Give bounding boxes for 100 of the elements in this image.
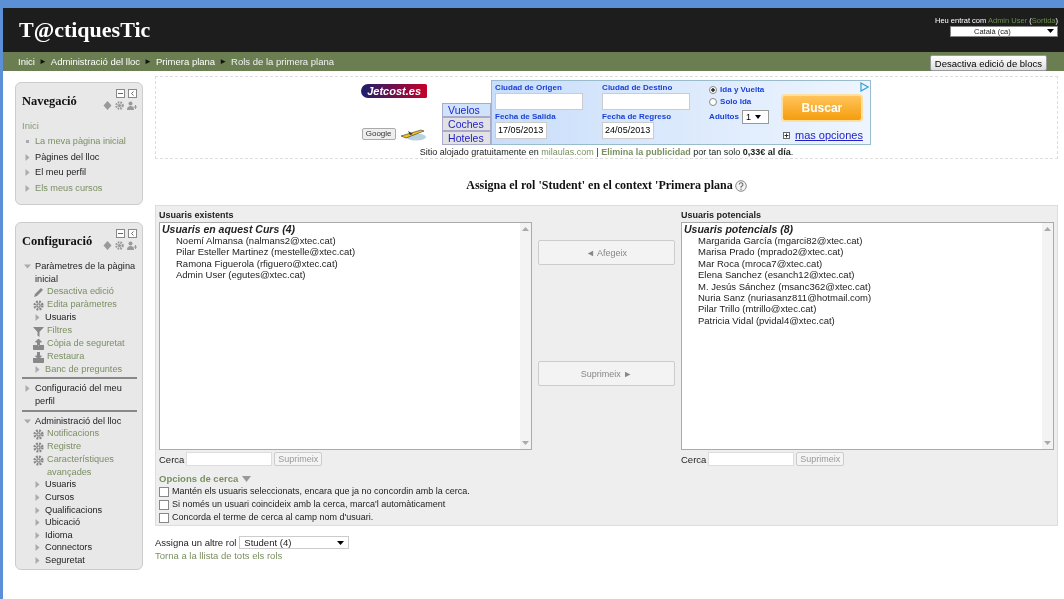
- settings-section[interactable]: Administració del lloc: [35, 414, 122, 428]
- checkbox[interactable]: [159, 512, 169, 523]
- block-title: Navegació: [22, 94, 77, 109]
- assign-roles-icon[interactable]: [127, 101, 137, 110]
- user-option[interactable]: Patricia Vidal (pvidal4@xtec.cat): [684, 314, 1040, 327]
- user-option[interactable]: Ramona Figuerola (rfiguero@xtec.cat): [162, 257, 518, 270]
- dropdown-arrow-icon: [754, 115, 761, 119]
- user-option[interactable]: Admin User (egutes@xtec.cat): [162, 269, 518, 281]
- collapsed-arrow-icon[interactable]: [33, 364, 42, 374]
- scroll-down-arrow-icon[interactable]: [522, 441, 529, 445]
- user-option[interactable]: Marisa Prado (mprado2@xtec.cat): [684, 246, 1040, 258]
- google-plus-button[interactable]: Google: [361, 128, 396, 140]
- settings-item[interactable]: Qualificacions: [45, 503, 103, 517]
- settings-section[interactable]: Configuració del meu perfil: [35, 382, 137, 408]
- list-title: Usuaris potencials: [681, 210, 763, 220]
- user-option[interactable]: Nuria Sanz (nuriasanz811@hotmail.com): [684, 292, 1040, 304]
- move-icon[interactable]: [103, 101, 112, 110]
- user-option[interactable]: M. Jesús Sánchez (msanc362@xtec.cat): [684, 280, 1040, 293]
- gear-icon: [33, 429, 44, 441]
- scroll-up-arrow-icon[interactable]: [522, 227, 529, 231]
- radio-button[interactable]: [709, 86, 718, 94]
- gear-icon: [33, 455, 44, 467]
- gear-icon: [33, 442, 44, 454]
- input-field[interactable]: [602, 93, 691, 110]
- collapsed-arrow-icon[interactable]: [23, 384, 32, 394]
- search-label: Cerca: [159, 453, 185, 465]
- move-icon[interactable]: [103, 241, 112, 250]
- toggle-block-editing-button[interactable]: Desactiva edició de blocs: [929, 55, 1047, 71]
- date-field[interactable]: 17/05/2013: [495, 122, 548, 139]
- upload-icon: [33, 338, 44, 350]
- radio-button[interactable]: [709, 98, 718, 106]
- settings-item[interactable]: Cursos: [45, 490, 75, 504]
- user-option[interactable]: Pilar Esteller Martinez (mestelle@xtec.cat): [162, 246, 518, 258]
- checkbox-label: Si només un usuari coincideix amb la cerca, marca'l automàticament: [172, 499, 446, 510]
- back-to-roles-link[interactable]: Torna a la llista de tots els rols: [155, 550, 1058, 561]
- breadcrumb-link[interactable]: Administració del lloc: [50, 56, 141, 67]
- group-heading: Usuaris en aquest Curs (4): [162, 224, 297, 235]
- help-icon[interactable]: [734, 179, 747, 192]
- settings-item[interactable]: Usuaris: [45, 478, 77, 491]
- user-option[interactable]: Margarida García (mgarci82@xtec.cat): [684, 235, 1040, 247]
- adults-select[interactable]: 1: [741, 110, 769, 124]
- breadcrumb-link[interactable]: Rols de la primera plana: [231, 56, 335, 67]
- dropdown-arrow-icon: [337, 540, 345, 545]
- settings-section[interactable]: Paràmetres de la pàgina inicial: [35, 260, 137, 286]
- role-select[interactable]: Student (4): [239, 536, 350, 549]
- page-heading: Assigna el rol 'Student' en el context 'Primera plana: [466, 178, 733, 193]
- user-option[interactable]: Pilar Trillo (mtrillo@xtec.cat): [684, 303, 1040, 315]
- checkbox[interactable]: [159, 486, 169, 497]
- date-field[interactable]: 24/05/2013: [602, 122, 655, 139]
- checkbox[interactable]: [159, 499, 169, 510]
- navigation-item[interactable]: El meu perfil: [35, 165, 87, 181]
- scrollbar[interactable]: [520, 223, 531, 449]
- dock-icon[interactable]: [128, 229, 137, 238]
- advertiser-logo: Jetcost.es: [361, 84, 427, 98]
- gear-icon: [33, 300, 44, 312]
- settings-icon[interactable]: [115, 241, 124, 250]
- search-field[interactable]: [708, 452, 795, 466]
- ad-tab[interactable]: Hoteles: [442, 131, 492, 145]
- expand-icon: [783, 131, 790, 139]
- radio-label: Ida y Vuelta: [720, 85, 765, 95]
- potential-users-listbox[interactable]: [681, 222, 1054, 450]
- collapsed-arrow-icon[interactable]: [33, 313, 42, 323]
- ad-tab[interactable]: Coches: [442, 117, 492, 131]
- hosting-notice: Sitio alojado gratuitamente en milaulas.com | Elimina la publicidad por tan solo 0,33€ al día.: [419, 147, 794, 157]
- more-options-link[interactable]: mas opciones: [795, 129, 863, 141]
- user-option[interactable]: Mar Roca (mroca7@xtec.cat): [684, 257, 1040, 270]
- group-heading: Usuaris potencials (8): [684, 224, 795, 235]
- collapse-icon[interactable]: [116, 89, 125, 98]
- existing-users-listbox[interactable]: Usuaris en aquest Curs (4) Noemí Almansa (nalmans2@xtec.cat) Pilar Esteller Martinez (mestelle@xtec.cat) Ramona Figuerola (rfiguero@xtec.cat) Admin User (egutes@xtec.cat): [159, 222, 532, 450]
- settings-item[interactable]: Idioma: [45, 528, 73, 542]
- site-link[interactable]: milaulas.com: [541, 147, 594, 157]
- filter-icon: [33, 325, 44, 337]
- settings-icon[interactable]: [115, 101, 124, 110]
- scroll-up-arrow-icon[interactable]: [1044, 227, 1051, 231]
- expanded-arrow-icon[interactable]: [23, 262, 32, 271]
- dock-icon[interactable]: [128, 89, 137, 98]
- checkbox-label: Concorda el terme de cerca al camp nom d'usuari.: [172, 512, 374, 523]
- settings-item[interactable]: Usuaris: [45, 311, 77, 324]
- collapse-icon[interactable]: [116, 229, 125, 238]
- field-label: Fecha de Regreso: [602, 112, 673, 122]
- caret-icon[interactable]: [242, 475, 252, 482]
- breadcrumb-link[interactable]: Inici: [18, 56, 35, 67]
- assign-roles-icon[interactable]: [127, 241, 137, 250]
- user-option[interactable]: Noemí Almansa (nalmans2@xtec.cat): [162, 235, 518, 247]
- input-field[interactable]: [495, 93, 584, 110]
- ad-choices-icon[interactable]: [858, 82, 869, 92]
- checkbox-label: Mantén els usuaris seleccionats, encara que ja no concordin amb la cerca.: [172, 486, 470, 497]
- user-option[interactable]: Elena Sanchez (esanch12@xtec.cat): [684, 269, 1040, 281]
- list-title: Usuaris existents: [159, 210, 235, 220]
- field-label: Fecha de Salida: [495, 112, 557, 122]
- settings-item[interactable]: Seguretat: [45, 553, 85, 567]
- search-field[interactable]: [186, 452, 273, 466]
- settings-item[interactable]: Connectors: [45, 541, 92, 554]
- breadcrumb-link[interactable]: Primera plana: [156, 56, 216, 67]
- ad-tab[interactable]: Vuelos: [442, 103, 492, 117]
- scrollbar[interactable]: [1042, 223, 1053, 449]
- remove-ads-link[interactable]: Elimina la publicidad: [601, 147, 691, 157]
- navigation-item[interactable]: Pàgines del lloc: [35, 149, 100, 165]
- settings-item[interactable]: Ubicació: [45, 516, 81, 529]
- scroll-down-arrow-icon[interactable]: [1044, 441, 1051, 445]
